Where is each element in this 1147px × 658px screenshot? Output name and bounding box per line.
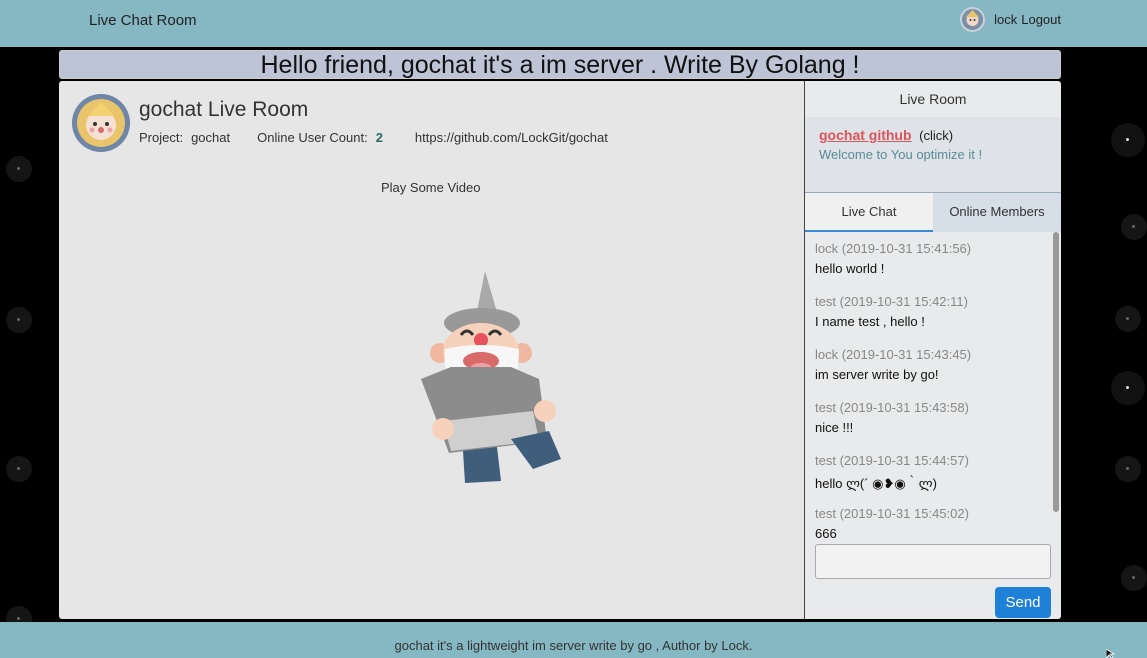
footer: gochat it's a lightweight im server writ… (0, 622, 1147, 658)
live-room-title: Live Room (899, 91, 967, 107)
logout-link[interactable]: Logout (1021, 12, 1061, 27)
chat-side-panel: Live Room gochat github (click) Welcome … (804, 81, 1061, 619)
background-dot (6, 456, 32, 482)
list-item: test (2019-10-31 15:45:02) 666 (815, 506, 969, 541)
top-navbar: Live Chat Room lock Logout (0, 0, 1147, 47)
background-dot (6, 307, 32, 333)
room-title: gochat Live Room (139, 98, 309, 121)
brand-title[interactable]: Live Chat Room (89, 12, 197, 29)
message-header: lock (2019-10-31 15:43:45) (815, 347, 972, 362)
message-header: test (2019-10-31 15:45:02) (815, 506, 969, 521)
mouse-cursor-icon (1106, 649, 1116, 658)
welcome-text: Welcome to You optimize it ! (819, 147, 983, 162)
room-logo-image (72, 94, 130, 152)
room-meta: Project: gochat Online User Count: 2 htt… (139, 130, 608, 145)
welcome-banner: Hello friend, gochat it's a im server . … (59, 50, 1061, 79)
message-header: test (2019-10-31 15:42:11) (815, 294, 968, 309)
user-avatar[interactable] (960, 7, 986, 32)
message-header: test (2019-10-31 15:44:57) (815, 453, 969, 468)
project-label: Project: (139, 130, 184, 145)
message-body: 666 (815, 526, 837, 541)
username: lock (994, 12, 1018, 27)
background-dot (1111, 371, 1145, 405)
background-dot (6, 156, 32, 182)
github-info-box: gochat github (click) Welcome to You opt… (805, 117, 1061, 192)
list-item: lock (2019-10-31 15:41:56) hello world ! (815, 241, 971, 276)
wizard-mascot-image (421, 271, 561, 483)
footer-text: gochat it's a lightweight im server writ… (394, 638, 753, 653)
repo-link[interactable]: https://github.com/LockGit/gochat (415, 130, 608, 145)
list-item: lock (2019-10-31 15:43:45) im server wri… (815, 347, 971, 382)
online-count-label: Online User Count: (257, 130, 368, 145)
github-click-hint: (click) (919, 128, 954, 143)
send-button[interactable]: Send (995, 587, 1051, 618)
background-dot (1115, 306, 1141, 332)
message-scrollbar[interactable] (1053, 232, 1059, 512)
chat-tabs: Live Chat Online Members (805, 192, 1061, 232)
list-item: test (2019-10-31 15:44:57) hello ლ(´ ◉❥◉… (815, 453, 969, 492)
online-count-value: 2 (375, 130, 383, 145)
room-main-panel: gochat Live Room Project: gochat Online … (59, 81, 804, 619)
message-body: hello world ! (815, 261, 885, 276)
list-item: test (2019-10-31 15:43:58) nice !!! (815, 400, 969, 435)
message-list[interactable]: lock (2019-10-31 15:41:56) hello world !… (805, 232, 1061, 541)
user-area: lock Logout (960, 7, 1061, 32)
background-dot (1121, 214, 1147, 240)
message-body: nice !!! (815, 420, 854, 435)
video-title: Play Some Video (381, 180, 481, 195)
github-link[interactable]: gochat github (819, 127, 912, 143)
message-body: im server write by go! (815, 367, 939, 382)
message-input[interactable] (815, 544, 1051, 579)
tab-online-members[interactable]: Online Members (933, 193, 1061, 232)
background-dot (1111, 123, 1145, 157)
list-item: test (2019-10-31 15:42:11) I name test ,… (815, 294, 968, 329)
tab-live-chat[interactable]: Live Chat (805, 193, 933, 232)
background-dot (1121, 565, 1147, 591)
message-body: hello ლ(´ ◉❥◉｀ლ) (815, 476, 937, 491)
project-value: gochat (191, 130, 231, 145)
message-header: test (2019-10-31 15:43:58) (815, 400, 969, 415)
background-dot (1115, 456, 1141, 482)
message-header: lock (2019-10-31 15:41:56) (815, 241, 972, 256)
message-body: I name test , hello ! (815, 314, 925, 329)
